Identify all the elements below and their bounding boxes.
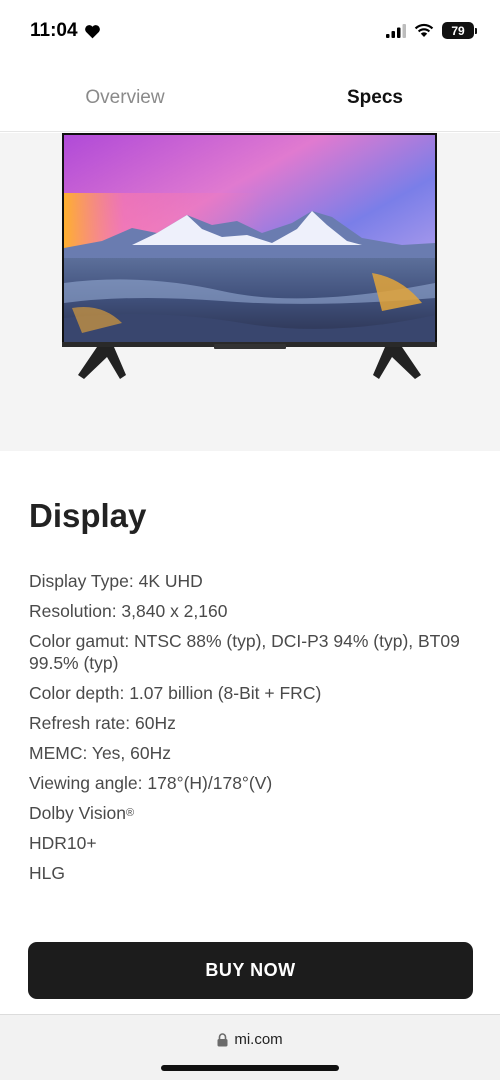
status-icons: 79 — [386, 22, 477, 39]
spec-dolby-vision: Dolby Vision® — [29, 802, 474, 824]
url-text: mi.com — [234, 1031, 283, 1048]
spec-color-gamut: Color gamut: NTSC 88% (typ), DCI-P3 94% … — [29, 631, 460, 673]
dolby-vision-label: Dolby Vision — [29, 803, 126, 823]
status-time: 11:04 — [30, 20, 101, 42]
spec-hdr10plus: HDR10+ — [29, 833, 97, 853]
heart-icon — [84, 24, 100, 38]
hero-banner — [0, 133, 500, 451]
spec-color-depth: Color depth: 1.07 billion (8-Bit + FRC) — [29, 683, 322, 703]
time-label: 11:04 — [30, 20, 78, 41]
signal-icon — [386, 23, 406, 38]
tab-bar: Overview Specs — [0, 64, 500, 132]
spec-display-type: Display Type: 4K UHD — [29, 571, 203, 591]
lock-icon — [217, 1032, 228, 1046]
spec-memc: MEMC: Yes, 60Hz — [29, 743, 171, 763]
tv-product-image — [62, 133, 437, 379]
tab-overview[interactable]: Overview — [0, 64, 250, 131]
buy-now-button[interactable]: BUY NOW — [28, 942, 473, 999]
home-indicator[interactable] — [161, 1065, 339, 1071]
spec-refresh-rate: Refresh rate: 60Hz — [29, 713, 176, 733]
registered-mark: ® — [125, 807, 135, 819]
section-title: Display — [29, 497, 147, 534]
spec-list: Display Type: 4K UHD Resolution: 3,840 x… — [29, 570, 474, 892]
battery-icon: 79 — [442, 22, 477, 39]
tab-specs[interactable]: Specs — [250, 64, 500, 131]
url-bar[interactable]: mi.com — [0, 1031, 500, 1048]
spec-viewing-angle: Viewing angle: 178°(H)/178°(V) — [29, 773, 273, 793]
status-bar: 11:04 79 — [0, 0, 500, 64]
browser-bar: mi.com — [0, 1014, 500, 1080]
battery-level: 79 — [451, 23, 465, 38]
wifi-icon — [414, 23, 434, 37]
buy-bar: BUY NOW — [0, 928, 500, 1014]
spec-hlg: HLG — [29, 863, 65, 883]
spec-resolution: Resolution: 3,840 x 2,160 — [29, 601, 228, 621]
